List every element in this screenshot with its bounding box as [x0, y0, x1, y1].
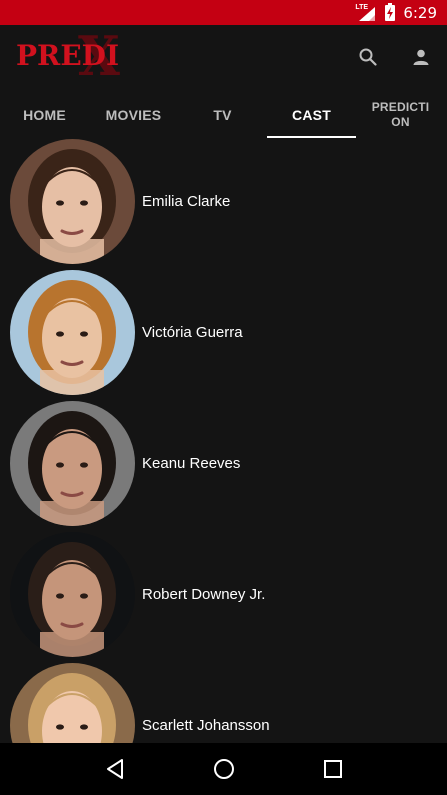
search-icon — [359, 48, 377, 66]
avatar — [10, 663, 135, 743]
signal-lte-icon: LTE — [355, 4, 377, 21]
logo-text: PREDI — [16, 39, 120, 72]
avatar — [10, 401, 135, 526]
tab-movies[interactable]: MOVIES — [89, 90, 178, 139]
back-button[interactable] — [95, 749, 135, 789]
account-icon — [413, 49, 429, 65]
home-icon — [213, 759, 234, 779]
recents-button[interactable] — [313, 749, 353, 789]
tab-tv[interactable]: TV — [178, 90, 267, 139]
tab-home[interactable]: HOME — [0, 90, 89, 139]
recents-icon — [323, 760, 342, 778]
app-bar: X PREDI — [0, 25, 447, 90]
battery-charging-icon — [385, 2, 396, 21]
cast-list-item[interactable]: Victória Guerra — [0, 270, 447, 401]
status-time: 6:29 — [403, 3, 437, 22]
avatar — [10, 139, 135, 264]
cast-name: Keanu Reeves — [142, 455, 241, 472]
status-bar: LTE 6:29 — [0, 0, 447, 25]
tab-prediction[interactable]: PREDICTI ON — [356, 90, 445, 139]
system-nav-bar — [0, 743, 447, 795]
avatar — [10, 532, 135, 657]
cast-list-item[interactable]: Keanu Reeves — [0, 401, 447, 532]
back-icon — [106, 759, 123, 779]
avatar — [10, 270, 135, 395]
tab-bar: HOME MOVIES TV CAST PREDICTI ON — [0, 90, 447, 139]
cast-name: Victória Guerra — [142, 324, 243, 341]
app-logo[interactable]: X PREDI — [16, 29, 128, 83]
cast-name: Scarlett Johansson — [142, 717, 270, 734]
cast-list[interactable]: Emilia Clarke Victória Guerra Keanu Reev… — [0, 139, 447, 743]
tab-cast[interactable]: CAST — [267, 90, 356, 139]
cast-name: Emilia Clarke — [142, 193, 231, 210]
account-button[interactable] — [409, 45, 433, 69]
cast-list-item[interactable]: Emilia Clarke — [0, 139, 447, 270]
cast-list-item[interactable]: Scarlett Johansson — [0, 663, 447, 743]
cast-list-item[interactable]: Robert Downey Jr. — [0, 532, 447, 663]
search-button[interactable] — [356, 45, 380, 69]
home-button[interactable] — [204, 749, 244, 789]
cast-name: Robert Downey Jr. — [142, 586, 266, 603]
